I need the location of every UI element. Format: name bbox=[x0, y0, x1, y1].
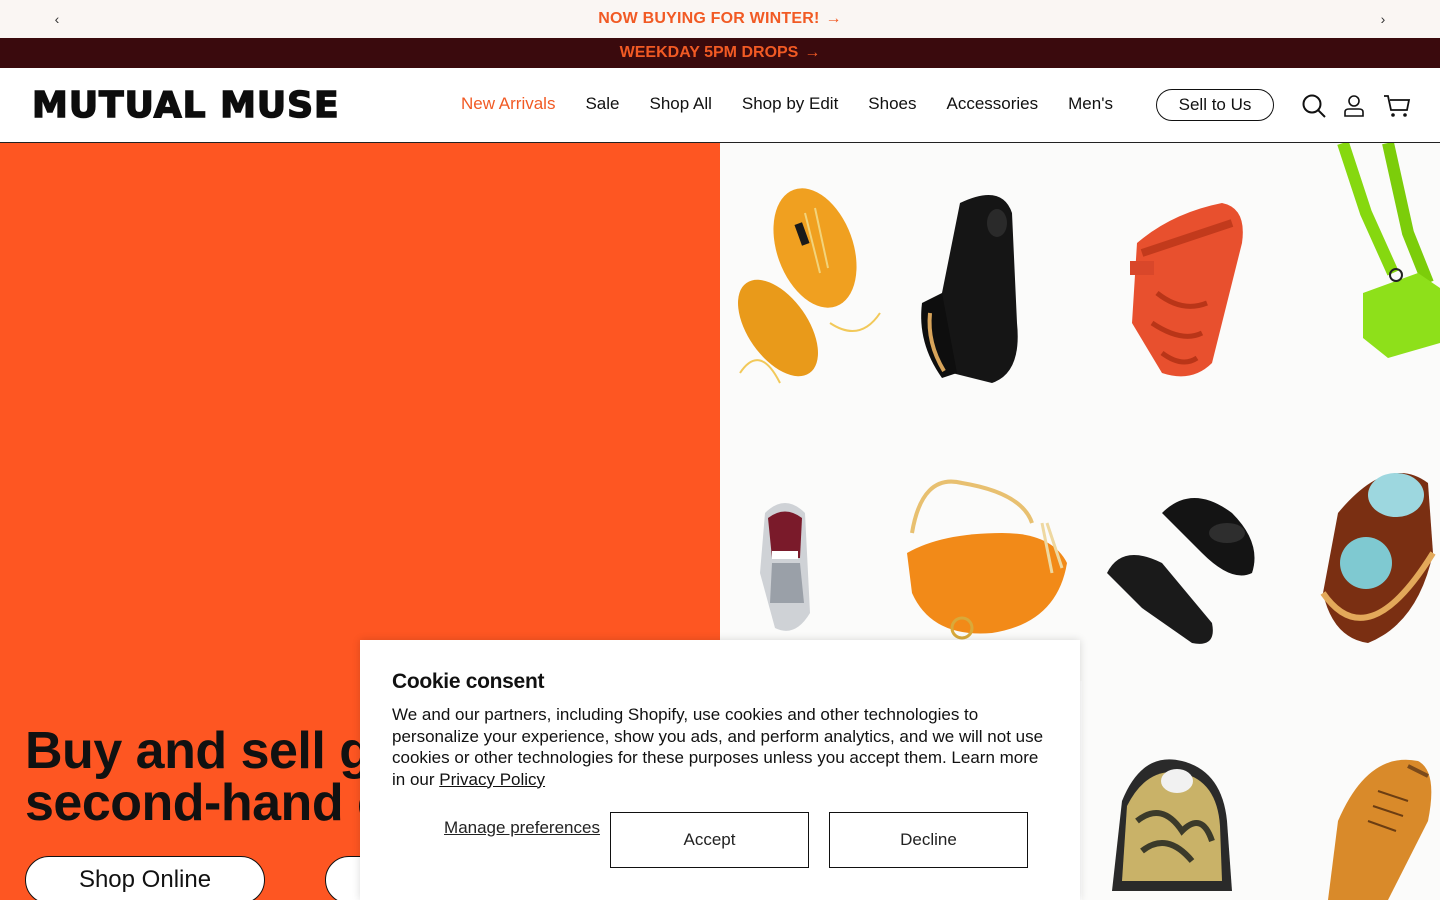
nav-new-arrivals[interactable]: New Arrivals bbox=[461, 94, 555, 114]
red-mary-jane-image bbox=[1130, 203, 1243, 377]
black-mules-image bbox=[1107, 498, 1255, 644]
product-tile-green-bag[interactable] bbox=[1278, 143, 1440, 423]
chevron-right-icon[interactable]: › bbox=[1373, 9, 1393, 29]
nav-shoes[interactable]: Shoes bbox=[868, 94, 916, 114]
orange-sneakers-image bbox=[738, 188, 881, 384]
product-tile-red-mary-jane[interactable] bbox=[1082, 143, 1278, 423]
cookie-consent-dialog: Cookie consent We and our partners, incl… bbox=[360, 640, 1080, 900]
product-tile-tan-oxford[interactable] bbox=[1278, 681, 1440, 900]
snake-loafer-image bbox=[1112, 759, 1232, 891]
nav-sale[interactable]: Sale bbox=[585, 94, 619, 114]
black-boot-image bbox=[921, 195, 1018, 383]
arrow-right-icon: → bbox=[825, 10, 842, 27]
shop-online-button[interactable]: Shop Online bbox=[25, 856, 265, 900]
nav-accessories[interactable]: Accessories bbox=[947, 94, 1039, 114]
nav-mens[interactable]: Men's bbox=[1068, 94, 1113, 114]
cookie-actions: Manage preferences Accept Decline bbox=[392, 812, 1048, 868]
cookie-body: We and our partners, including Shopify, … bbox=[392, 704, 1052, 790]
accept-button[interactable]: Accept bbox=[610, 812, 809, 868]
account-icon[interactable] bbox=[1340, 92, 1368, 120]
site-logo[interactable]: MUTUAL MUSE bbox=[31, 87, 340, 125]
green-bag-image bbox=[1337, 143, 1440, 358]
drops-text[interactable]: WEEKDAY 5PM DROPS bbox=[620, 44, 799, 62]
announcement-bar: ‹ NOW BUYING FOR WINTER! → › bbox=[0, 0, 1440, 38]
tan-oxford-image bbox=[1328, 759, 1432, 900]
product-tile-snake-loafer[interactable] bbox=[1082, 681, 1278, 900]
drops-bar: WEEKDAY 5PM DROPS → bbox=[0, 38, 1440, 68]
product-tile-orange-sneakers[interactable] bbox=[720, 143, 882, 423]
product-tile-black-mules[interactable] bbox=[1082, 423, 1278, 681]
nav-shop-all[interactable]: Shop All bbox=[650, 94, 712, 114]
announcement-text[interactable]: NOW BUYING FOR WINTER! bbox=[598, 10, 819, 28]
announcement-link[interactable]: NOW BUYING FOR WINTER! → bbox=[598, 10, 841, 28]
cookie-title: Cookie consent bbox=[392, 670, 545, 693]
product-tile-black-boot[interactable] bbox=[882, 143, 1082, 423]
site-header: MUTUAL MUSE New Arrivals Sale Shop All S… bbox=[0, 68, 1440, 143]
arrow-right-icon: → bbox=[804, 44, 821, 61]
chevron-left-icon[interactable]: ‹ bbox=[47, 9, 67, 29]
cart-icon[interactable] bbox=[1383, 92, 1411, 120]
drops-link[interactable]: WEEKDAY 5PM DROPS → bbox=[620, 44, 821, 62]
brown-clog-image bbox=[1320, 473, 1436, 643]
product-tile-brown-clog[interactable] bbox=[1278, 423, 1440, 681]
decline-button[interactable]: Decline bbox=[829, 812, 1028, 868]
manage-preferences-link[interactable]: Manage preferences bbox=[442, 818, 602, 838]
main-nav: New Arrivals Sale Shop All Shop by Edit … bbox=[461, 94, 1113, 114]
privacy-policy-link[interactable]: Privacy Policy bbox=[439, 770, 545, 789]
nav-shop-by-edit[interactable]: Shop by Edit bbox=[742, 94, 838, 114]
sell-to-us-button[interactable]: Sell to Us bbox=[1156, 89, 1274, 121]
search-icon[interactable] bbox=[1300, 92, 1328, 120]
